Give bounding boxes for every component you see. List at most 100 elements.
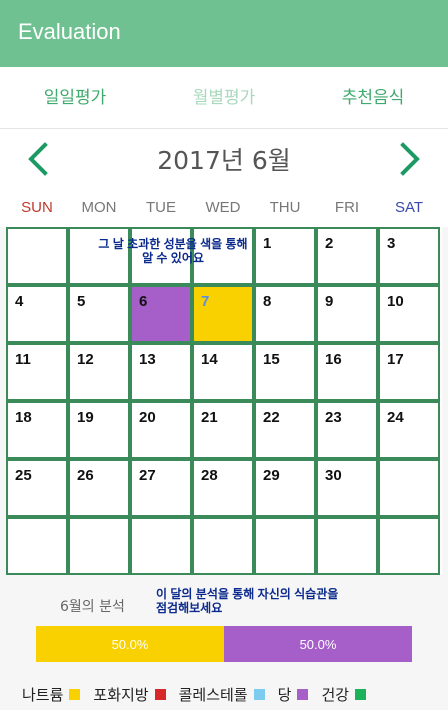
weekday-wed: WED	[205, 199, 241, 216]
analysis-ratio-bar: 50.0% 50.0%	[36, 626, 412, 662]
calendar-day-cell[interactable]: 19	[68, 401, 130, 459]
calendar-day-cell[interactable]: 21	[192, 401, 254, 459]
calendar-day-cell[interactable]: 24	[378, 401, 440, 459]
calendar-day-cell[interactable]: 17	[378, 343, 440, 401]
day-number: 10	[387, 293, 404, 310]
nutrient-legend: 나트륨 포화지방 콜레스테롤 당 건강	[22, 684, 442, 704]
day-number: 23	[325, 409, 342, 426]
legend-item-healthy: 건강	[321, 684, 367, 705]
tab-daily-evaluation[interactable]: 일일평가	[0, 67, 150, 129]
legend-label: 건강	[321, 685, 350, 704]
legend-swatch	[297, 688, 309, 700]
calendar-day-cell[interactable]: 27	[130, 459, 192, 517]
weekday-sat: SAT	[394, 199, 424, 216]
weekday-mon: MON	[81, 199, 117, 216]
calendar-grid: 1 2 3 4 5 6 7 8 9 10 11 12 13 14 15 16 17 18 19 20 21 22 23 24 2…	[6, 227, 442, 575]
legend-label: 포화지방	[93, 685, 149, 704]
calendar-day-cell[interactable]: 18	[6, 401, 68, 459]
legend-swatch	[154, 688, 166, 700]
day-number: 13	[139, 351, 156, 368]
analysis-hint-text: 이 달의 분석을 통해 자신의 식습관을 점검해보세요	[156, 587, 339, 615]
calendar-day-cell[interactable]: 20	[130, 401, 192, 459]
tab-monthly-evaluation[interactable]: 월별평가	[149, 67, 299, 129]
day-number: 6	[139, 293, 148, 310]
legend-label: 나트륨	[22, 685, 64, 704]
day-number: 12	[77, 351, 94, 368]
day-number: 16	[325, 351, 342, 368]
legend-item-sugar: 당	[278, 684, 309, 705]
day-number: 29	[263, 467, 280, 484]
calendar-day-cell[interactable]: 23	[316, 401, 378, 459]
day-number: 11	[15, 351, 31, 368]
calendar-empty-cell	[130, 517, 192, 575]
monthly-analysis: 6월의 분석 이 달의 분석을 통해 자신의 식습관을 점검해보세요 50.0%…	[0, 578, 448, 710]
calendar-day-cell[interactable]: 11	[6, 343, 68, 401]
calendar-empty-cell	[68, 517, 130, 575]
calendar-empty-cell	[6, 227, 68, 285]
calendar-day-cell[interactable]: 22	[254, 401, 316, 459]
calendar-day-cell[interactable]: 28	[192, 459, 254, 517]
calendar-day-cell[interactable]: 9	[316, 285, 378, 343]
calendar-day-cell[interactable]: 7	[192, 285, 254, 343]
day-number: 18	[15, 409, 32, 426]
legend-item-sodium: 나트륨	[22, 684, 81, 705]
tab-bar: 일일평가 월별평가 추천음식	[0, 67, 448, 195]
legend-item-saturated-fat: 포화지방	[93, 684, 166, 705]
day-number: 19	[77, 409, 94, 426]
day-number: 8	[263, 293, 272, 310]
calendar-day-cell[interactable]: 8	[254, 285, 316, 343]
calendar-day-cell[interactable]: 6	[130, 285, 192, 343]
month-label: 2017년 6월	[157, 146, 291, 175]
tab-recommended-food[interactable]: 추천음식	[298, 67, 448, 129]
day-number: 30	[325, 467, 342, 484]
legend-swatch	[355, 688, 367, 700]
calendar-day-cell[interactable]: 29	[254, 459, 316, 517]
weekday-thu: THU	[269, 199, 301, 216]
calendar-empty-cell	[316, 517, 378, 575]
analysis-label: 6월의 분석	[60, 599, 125, 615]
calendar-day-cell[interactable]: 14	[192, 343, 254, 401]
calendar-day-cell[interactable]: 2	[316, 227, 378, 285]
calendar-empty-cell	[378, 517, 440, 575]
calendar-day-cell[interactable]: 10	[378, 285, 440, 343]
weekday-tue: TUE	[146, 199, 176, 216]
day-number: 27	[139, 467, 156, 484]
day-number: 4	[15, 293, 24, 310]
weekday-row: SUN MON TUE WED THU FRI SAT	[0, 189, 448, 227]
calendar-day-cell[interactable]: 15	[254, 343, 316, 401]
calendar-day-cell[interactable]: 5	[68, 285, 130, 343]
calendar-day-cell[interactable]: 13	[130, 343, 192, 401]
calendar-day-cell[interactable]: 1	[254, 227, 316, 285]
calendar-day-cell[interactable]: 30	[316, 459, 378, 517]
day-number: 5	[77, 293, 86, 310]
calendar-hint-text: 그 날 초과한 성분을 색을 통해 알 수 있어요	[98, 237, 248, 265]
calendar-day-cell[interactable]: 12	[68, 343, 130, 401]
previous-month-button[interactable]	[20, 139, 56, 179]
calendar-day-cell[interactable]: 16	[316, 343, 378, 401]
day-number: 7	[201, 293, 210, 310]
chevron-left-icon	[28, 142, 48, 176]
day-number: 21	[201, 409, 218, 426]
calendar-day-cell[interactable]: 26	[68, 459, 130, 517]
day-number: 28	[201, 467, 218, 484]
day-number: 9	[325, 293, 334, 310]
calendar-empty-cell	[254, 517, 316, 575]
legend-swatch	[69, 688, 81, 700]
day-number: 1	[263, 235, 272, 252]
calendar-day-cell[interactable]: 3	[378, 227, 440, 285]
legend-swatch	[253, 688, 265, 700]
day-number: 24	[387, 409, 404, 426]
next-month-button[interactable]	[392, 139, 428, 179]
calendar-day-cell[interactable]: 4	[6, 285, 68, 343]
day-number: 3	[387, 235, 396, 252]
calendar-empty-cell	[378, 459, 440, 517]
app-bar: Evaluation	[0, 0, 448, 67]
calendar-day-cell[interactable]: 25	[6, 459, 68, 517]
legend-label: 당	[277, 685, 292, 704]
calendar-header: 2017년 6월	[0, 129, 448, 189]
day-number: 20	[139, 409, 156, 426]
weekday-sun: SUN	[21, 199, 53, 216]
weekday-fri: FRI	[334, 199, 360, 216]
day-number: 17	[387, 351, 404, 368]
day-number: 22	[263, 409, 280, 426]
